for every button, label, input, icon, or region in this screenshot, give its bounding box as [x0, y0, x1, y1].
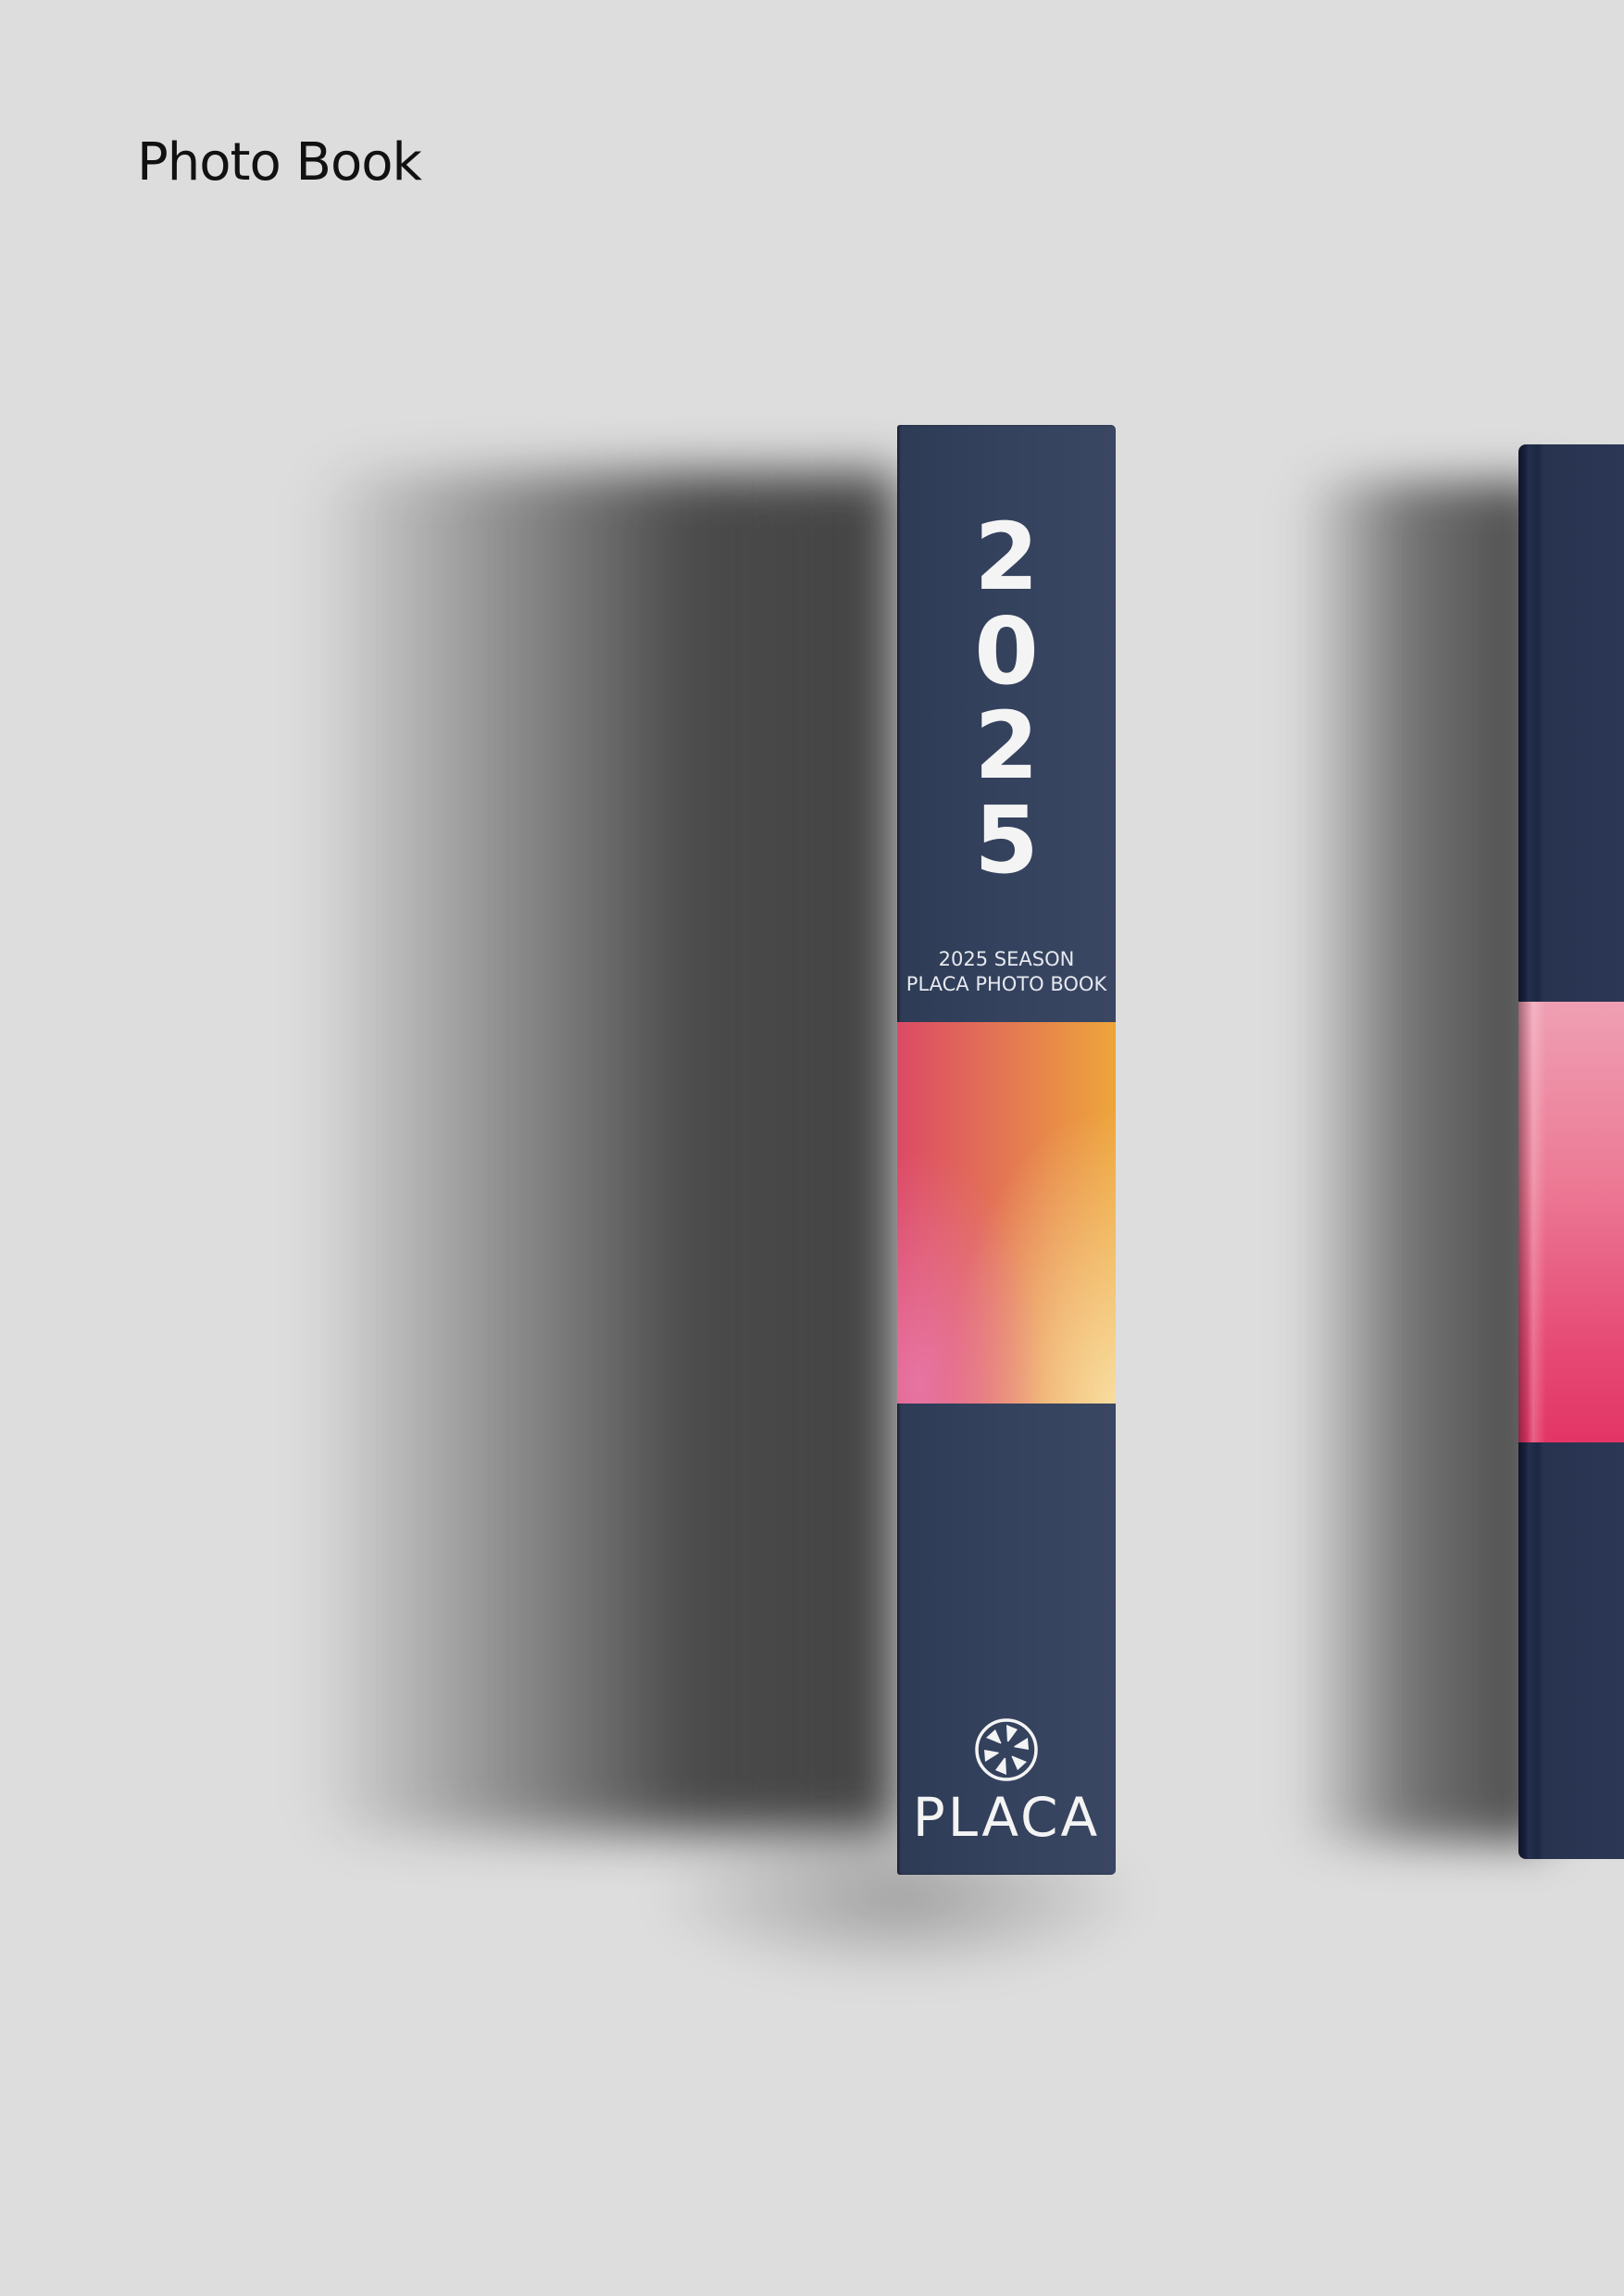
spine-subtitle-line: 2025 SEASON: [938, 948, 1075, 970]
second-book-edge: [1518, 444, 1624, 1859]
year-digit: 0: [974, 597, 1039, 705]
brand-logo: PLACA: [897, 1717, 1116, 1845]
spine-subtitle: 2025 SEASON PLACA PHOTO BOOK: [897, 947, 1116, 997]
brand-name: PLACA: [912, 1786, 1101, 1849]
year-digit: 5: [974, 786, 1039, 894]
spine-year: 2 0 2 5: [897, 510, 1116, 888]
year-digit: 2: [974, 692, 1039, 800]
page-title: Photo Book: [137, 132, 422, 193]
gradient-band: [897, 1022, 1116, 1404]
spine-subtitle-line: PLACA PHOTO BOOK: [906, 973, 1107, 995]
book-spine: 2 0 2 5 2025 SEASON PLACA PHOTO BOOK PLA…: [897, 425, 1116, 1875]
book-shadow: [306, 472, 898, 1833]
year-digit: 2: [974, 503, 1039, 611]
camera-aperture-icon: [975, 1718, 1038, 1781]
second-book-shadow: [1296, 481, 1546, 1842]
second-book-gradient-band: [1518, 1002, 1624, 1442]
